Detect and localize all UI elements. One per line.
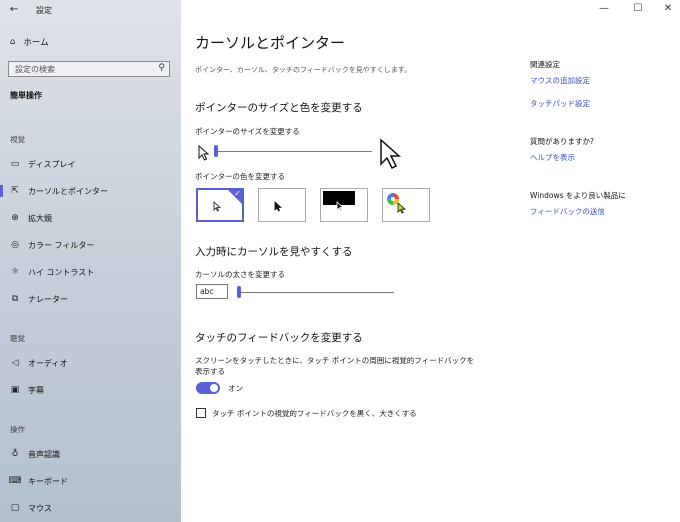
sidebar-item-label: ナレーター <box>28 294 68 304</box>
search-placeholder: 設定の検索 <box>15 65 55 74</box>
cursor-thickness-slider-thumb[interactable] <box>237 286 241 298</box>
sidebar-item-label: キーボード <box>28 476 68 486</box>
inverted-pointer-icon <box>336 201 344 212</box>
link-get-help[interactable]: ヘルプを表示 <box>530 152 575 163</box>
home-icon: ⌂ <box>10 37 16 47</box>
keyboard-icon: ⌨ <box>8 476 22 486</box>
home-label: ホーム <box>23 38 49 48</box>
sidebar-home[interactable]: ⌂ ホーム <box>10 36 49 48</box>
feedback-heading: Windows をより良い製品に <box>530 191 626 200</box>
sidebar-item-label: カーソルとポインター <box>28 186 108 196</box>
pointer-color-label: ポインターの色を変更する <box>195 172 285 181</box>
question-heading: 質問がありますか? <box>530 137 594 146</box>
app-title: 設定 <box>36 6 52 15</box>
touch-section-heading: タッチのフィードバックを変更する <box>195 332 363 344</box>
touch-feedback-label-line1: スクリーンをタッチしたときに、タッチ ポイントの周囲に視覚的フィードバックを <box>195 356 475 365</box>
sidebar-item-mouse[interactable]: ▢ マウス <box>0 497 181 519</box>
cursor-preview-text: abc <box>200 287 214 296</box>
search-input[interactable]: 設定の検索 ⚲ <box>8 61 170 77</box>
cursor-thickness-slider-track[interactable] <box>238 292 394 293</box>
sidebar-item-keyboard[interactable]: ⌨ キーボード <box>0 470 181 492</box>
group-label-hearing: 聴覚 <box>10 334 25 343</box>
pointer-size-slider-track[interactable] <box>215 151 372 152</box>
sidebar-item-audio[interactable]: ◁ オーディオ <box>0 352 181 374</box>
sidebar-item-narrator[interactable]: ⧉ ナレーター <box>0 288 181 310</box>
link-additional-mouse-settings[interactable]: マウスの追加設定 <box>530 75 590 86</box>
darker-feedback-checkbox[interactable] <box>196 408 206 418</box>
close-icon[interactable]: ✕ <box>658 3 678 14</box>
sidebar-item-label: 字幕 <box>28 385 44 395</box>
link-give-feedback[interactable]: フィードバックの送信 <box>530 206 605 217</box>
white-pointer-icon <box>213 201 221 212</box>
cursor-preview-box: abc <box>196 284 228 299</box>
touch-feedback-label-line2: 表示する <box>195 367 225 376</box>
small-pointer-icon <box>198 145 210 161</box>
search-icon[interactable]: ⚲ <box>158 63 165 73</box>
cursor-thickness-label: カーソルの太さを変更する <box>195 270 285 279</box>
large-pointer-icon <box>380 138 401 170</box>
pointer-icon: ⇱ <box>11 186 19 196</box>
magnifier-icon: ⊕ <box>11 213 19 223</box>
sidebar-item-cursor-pointer[interactable]: ⇱ カーソルとポインター <box>0 180 181 202</box>
sidebar-item-magnifier[interactable]: ⊕ 拡大鏡 <box>0 207 181 229</box>
pointer-section-heading: ポインターのサイズと色を変更する <box>195 102 363 114</box>
maximize-icon[interactable]: ☐ <box>628 3 648 14</box>
audio-icon: ◁ <box>11 358 19 368</box>
pointer-color-inverted[interactable] <box>320 188 368 222</box>
sidebar-item-display[interactable]: ▭ ディスプレイ <box>0 153 181 175</box>
darker-feedback-label: タッチ ポイントの視覚的フィードバックを黒く、大きくする <box>212 409 417 418</box>
page-title: カーソルとポインター <box>195 34 346 52</box>
related-settings-heading: 関連設定 <box>530 60 560 69</box>
caption-icon: ▣ <box>10 385 20 395</box>
check-icon: ✓ <box>234 189 241 198</box>
sidebar-item-speech[interactable]: ♁ 音声認識 <box>0 443 181 465</box>
pointer-size-label: ポインターのサイズを変更する <box>195 127 300 136</box>
display-icon: ▭ <box>10 159 20 169</box>
minimize-icon[interactable]: — <box>594 3 614 14</box>
group-label-interaction: 操作 <box>10 425 25 434</box>
mic-icon: ♁ <box>11 449 19 459</box>
title-bar: ← 設定 — ☐ ✕ <box>0 0 680 20</box>
color-filter-icon: ◎ <box>11 240 19 250</box>
link-touchpad-settings[interactable]: タッチパッド設定 <box>530 98 590 109</box>
toggle-knob <box>210 384 218 392</box>
sidebar-item-label: オーディオ <box>28 358 68 368</box>
cursor-section-heading: 入力時にカーソルを見やすくする <box>195 246 353 258</box>
pointer-size-slider-thumb[interactable] <box>214 145 218 157</box>
sidebar-item-label: カラー フィルター <box>28 240 95 250</box>
sidebar-item-label: 音声認識 <box>28 449 60 459</box>
custom-pointer-icon <box>397 202 406 214</box>
black-pointer-icon <box>274 201 282 212</box>
back-icon[interactable]: ← <box>10 4 18 15</box>
pointer-color-custom[interactable] <box>382 188 430 222</box>
sidebar-item-high-contrast[interactable]: ☼ ハイ コントラスト <box>0 261 181 283</box>
sidebar-item-label: マウス <box>28 503 52 513</box>
sidebar-item-label: ディスプレイ <box>28 159 76 169</box>
sidebar-item-captions[interactable]: ▣ 字幕 <box>0 379 181 401</box>
sidebar-item-color-filter[interactable]: ◎ カラー フィルター <box>0 234 181 256</box>
toggle-state-label: オン <box>228 384 243 393</box>
pointer-color-white[interactable]: ✓ <box>196 188 244 222</box>
page-description: ポインター、カーソル、タッチのフィードバックを見やすくします。 <box>195 66 412 74</box>
sidebar: ⌂ ホーム 設定の検索 ⚲ 簡単操作 視覚 ▭ ディスプレイ ⇱ カーソルとポイ… <box>0 0 181 522</box>
sidebar-item-label: 拡大鏡 <box>28 213 52 223</box>
main-content: カーソルとポインター ポインター、カーソル、タッチのフィードバックを見やすくしま… <box>181 20 680 522</box>
pointer-color-black[interactable] <box>258 188 306 222</box>
narrator-icon: ⧉ <box>11 294 19 304</box>
contrast-icon: ☼ <box>10 267 20 277</box>
group-label-vision: 視覚 <box>10 135 25 144</box>
mouse-icon: ▢ <box>10 503 20 513</box>
sidebar-item-label: ハイ コントラスト <box>28 267 95 277</box>
touch-feedback-toggle[interactable] <box>196 382 220 394</box>
section-title: 簡単操作 <box>10 91 42 100</box>
